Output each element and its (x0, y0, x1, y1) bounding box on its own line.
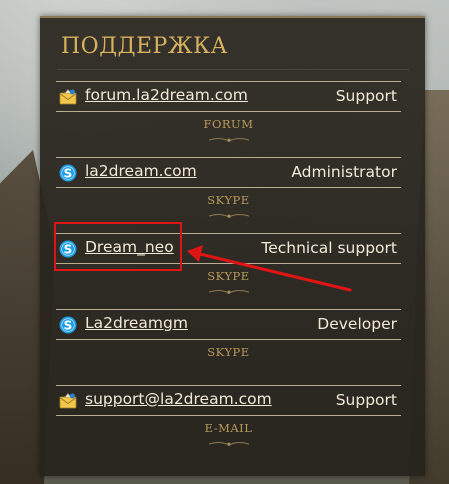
title-divider (57, 69, 409, 70)
svg-text:S: S (64, 166, 73, 180)
contact-type-label: SKYPE (207, 193, 250, 207)
skype-icon: S (59, 164, 77, 182)
contact-row: S La2dreamgm Developer (56, 309, 401, 340)
mail-icon (59, 89, 77, 105)
contact-type-label: SKYPE (207, 345, 250, 359)
contact-entry-developer: S La2dreamgm Developer SKYPE (56, 309, 401, 381)
panel-title: ПОДДЕРЖКА (61, 34, 228, 59)
forum-link[interactable]: forum.la2dream.com (85, 86, 248, 104)
contact-entry-forum: forum.la2dream.com Support FORUM (56, 81, 401, 153)
contact-type-label: FORUM (203, 117, 254, 131)
contact-row: support@la2dream.com Support (56, 385, 401, 416)
mail-icon (59, 393, 77, 409)
contact-row: S la2dream.com Administrator (56, 157, 401, 188)
contact-role: Administrator (291, 163, 397, 181)
contact-role: Technical support (261, 239, 397, 257)
contact-row: forum.la2dream.com Support (56, 81, 401, 112)
ornament-divider (209, 290, 249, 294)
contact-type-label: E-MAIL (204, 421, 253, 435)
svg-text:S: S (64, 318, 73, 332)
highlight-box (54, 222, 182, 271)
contact-entry-email: support@la2dream.com Support E-MAIL (56, 385, 401, 457)
developer-skype-link[interactable]: La2dreamgm (85, 314, 188, 332)
contact-role: Developer (317, 315, 397, 333)
ornament-divider (209, 442, 249, 446)
contact-type-label: SKYPE (207, 269, 250, 283)
contact-role: Support (335, 87, 397, 105)
contact-role: Support (335, 391, 397, 409)
administrator-skype-link[interactable]: la2dream.com (85, 162, 197, 180)
contact-entry-administrator: S la2dream.com Administrator SKYPE (56, 157, 401, 229)
skype-icon: S (59, 316, 77, 334)
ornament-divider (209, 214, 249, 218)
ornament-divider (209, 138, 249, 142)
support-email-link[interactable]: support@la2dream.com (85, 390, 272, 408)
